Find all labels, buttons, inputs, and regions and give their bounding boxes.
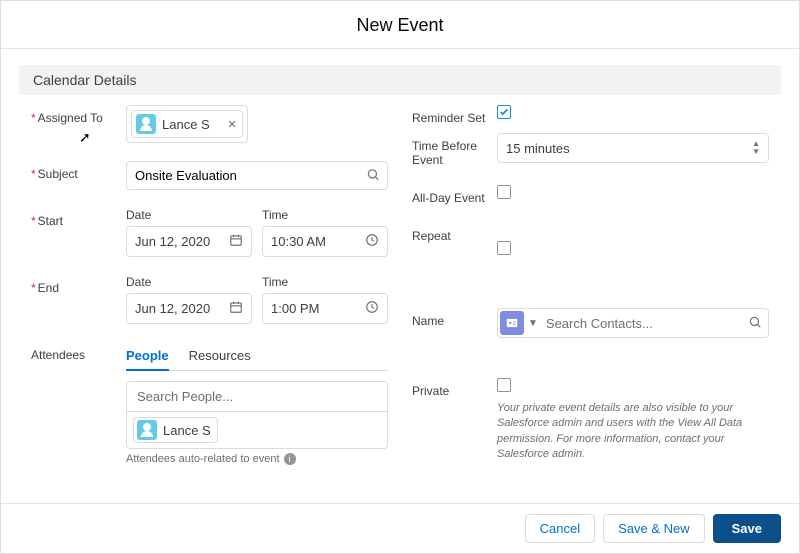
label-reminder: Reminder Set [412, 105, 497, 125]
row-end: End Date Jun 12, 2020 [31, 275, 388, 324]
tab-people[interactable]: People [126, 342, 169, 371]
start-date-label: Date [126, 208, 252, 222]
contact-icon [136, 114, 156, 134]
attendee-search-input[interactable] [127, 382, 387, 412]
save-and-new-button[interactable]: Save & New [603, 514, 705, 543]
stepper-icon[interactable]: ▲▼ [752, 140, 760, 156]
name-lookup[interactable]: ▼ [497, 308, 769, 338]
label-repeat: Repeat [412, 223, 497, 243]
attendee-tabs: People Resources [126, 342, 388, 371]
row-reminder: Reminder Set [412, 105, 769, 125]
clock-icon [365, 300, 379, 317]
form-scroll[interactable]: Calendar Details Assigned To Lance S × [1, 49, 799, 503]
attendee-box: Lance S [126, 381, 388, 449]
contact-icon [137, 420, 157, 440]
calendar-icon [229, 233, 243, 250]
start-time-input[interactable]: 10:30 AM [262, 226, 388, 257]
private-checkbox[interactable] [497, 378, 511, 392]
assigned-to-pill[interactable]: Lance S × [131, 110, 243, 138]
reminder-checkbox[interactable] [497, 105, 511, 119]
attendee-item[interactable]: Lance S [127, 412, 387, 448]
start-time-value: 10:30 AM [271, 234, 326, 249]
row-time-before: Time Before Event 15 minutes ▲▼ [412, 133, 769, 167]
start-time-label: Time [262, 208, 388, 222]
row-subject: Subject [31, 161, 388, 190]
end-date-input[interactable]: Jun 12, 2020 [126, 293, 252, 324]
end-date-value: Jun 12, 2020 [135, 301, 210, 316]
label-time-before: Time Before Event [412, 133, 497, 167]
clock-icon [365, 233, 379, 250]
left-column: Assigned To Lance S × Subject [31, 105, 388, 483]
cancel-button[interactable]: Cancel [525, 514, 595, 543]
end-time-label: Time [262, 275, 388, 289]
form-grid: Assigned To Lance S × Subject [1, 105, 799, 483]
search-icon[interactable] [366, 167, 380, 184]
all-day-checkbox[interactable] [497, 185, 511, 199]
section-calendar-details: Calendar Details [19, 65, 781, 95]
private-hint: Your private event details are also visi… [497, 401, 769, 463]
info-icon[interactable]: i [284, 453, 296, 465]
row-repeat: Repeat [412, 223, 769, 258]
row-assigned-to: Assigned To Lance S × [31, 105, 388, 143]
row-start: Start Date Jun 12, 2020 [31, 208, 388, 257]
label-end: End [31, 275, 126, 295]
attendee-helper: Attendees auto-related to event i [126, 453, 388, 465]
new-event-modal: New Event ➚ Calendar Details Assigned To… [0, 0, 800, 554]
row-private: Private Your private event details are a… [412, 378, 769, 463]
calendar-icon [229, 300, 243, 317]
attendee-name: Lance S [163, 423, 211, 438]
label-private: Private [412, 378, 497, 398]
repeat-checkbox[interactable] [497, 241, 511, 255]
assigned-to-field[interactable]: Lance S × [126, 105, 248, 143]
label-all-day: All-Day Event [412, 185, 497, 205]
label-start: Start [31, 208, 126, 228]
close-icon[interactable]: × [228, 116, 237, 133]
end-time-value: 1:00 PM [271, 301, 319, 316]
row-name: Name ▼ [412, 308, 769, 338]
assigned-to-name: Lance S [162, 117, 210, 132]
subject-input[interactable] [126, 161, 388, 190]
start-date-value: Jun 12, 2020 [135, 234, 210, 249]
label-assigned-to: Assigned To [31, 105, 126, 125]
end-time-input[interactable]: 1:00 PM [262, 293, 388, 324]
end-date-label: Date [126, 275, 252, 289]
label-name: Name [412, 308, 497, 328]
contact-type-icon[interactable] [500, 311, 524, 335]
modal-title: New Event [1, 1, 799, 48]
row-attendees: Attendees People Resources Lance S [31, 342, 388, 465]
search-icon[interactable] [748, 315, 762, 332]
time-before-select[interactable]: 15 minutes ▲▼ [497, 133, 769, 163]
label-attendees: Attendees [31, 342, 126, 362]
start-date-input[interactable]: Jun 12, 2020 [126, 226, 252, 257]
label-subject: Subject [31, 161, 126, 181]
modal-footer: Cancel Save & New Save [1, 503, 799, 553]
name-search-input[interactable] [542, 312, 748, 335]
row-all-day: All-Day Event [412, 185, 769, 205]
subject-lookup[interactable] [126, 161, 388, 190]
save-button[interactable]: Save [713, 514, 781, 543]
right-column: Reminder Set Time Before Event 15 minute… [412, 105, 769, 483]
tab-resources[interactable]: Resources [189, 342, 251, 370]
time-before-value: 15 minutes [506, 141, 570, 156]
chevron-down-icon[interactable]: ▼ [524, 318, 542, 329]
